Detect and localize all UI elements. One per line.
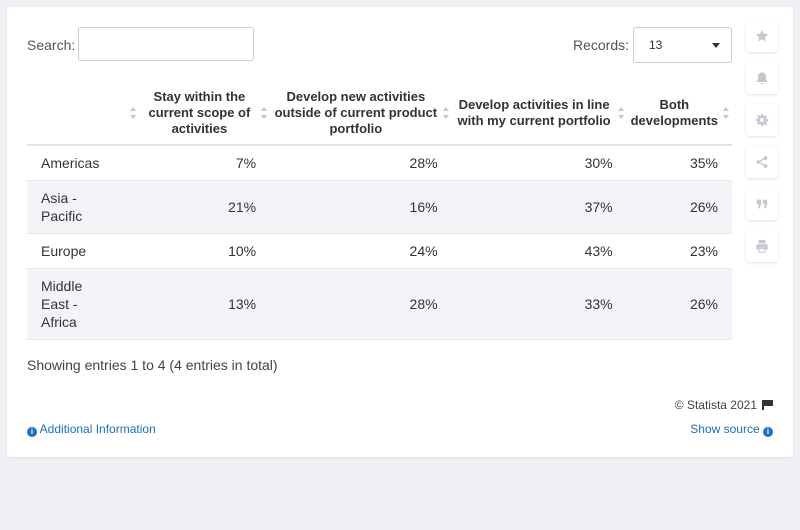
info-icon: i [763, 427, 773, 437]
quote-icon [756, 199, 768, 209]
flag-icon[interactable] [762, 400, 773, 410]
table-row: Middle East - Africa 13% 28% 33% 26% [27, 268, 732, 340]
column-header-stay[interactable]: Stay within the current scope of activit… [138, 82, 271, 146]
column-header-in-line[interactable]: Develop activities in line with my curre… [451, 82, 627, 146]
table-cell: 10% [138, 233, 271, 269]
print-icon [756, 239, 768, 253]
table-cell: 28% [270, 145, 452, 181]
bell-icon [756, 72, 768, 85]
table-cell: 13% [138, 268, 271, 340]
column-header-new-activities[interactable]: Develop new activities outside of curren… [270, 82, 452, 146]
show-source-label: Show source [690, 422, 760, 436]
gear-icon [755, 113, 769, 127]
row-label: Americas [27, 145, 139, 181]
statistic-card: Search: Records: 13 Stay within the curr… [7, 7, 793, 457]
records-select[interactable]: 13 [633, 27, 732, 63]
share-icon [756, 156, 768, 168]
table-cell: 26% [626, 180, 732, 234]
table-cell: 43% [451, 233, 627, 269]
table-row: Europe 10% 24% 43% 23% [27, 233, 732, 269]
entries-summary: Showing entries 1 to 4 (4 entries in tot… [27, 357, 278, 373]
settings-button[interactable] [746, 104, 778, 136]
side-toolbar [746, 20, 780, 272]
info-icon: i [27, 427, 37, 437]
column-header-both[interactable]: Both developments [626, 82, 732, 146]
table-cell: 33% [451, 268, 627, 340]
table-cell: 16% [270, 180, 452, 234]
additional-information-label: Additional Information [39, 422, 156, 436]
column-header-region[interactable] [27, 82, 139, 146]
sort-icon [617, 107, 625, 119]
table-cell: 21% [138, 180, 271, 234]
show-source-link[interactable]: Show source i [690, 422, 773, 437]
data-table: Stay within the current scope of activit… [27, 82, 732, 340]
row-label: Europe [27, 233, 139, 269]
search-input[interactable] [78, 27, 254, 61]
favorite-button[interactable] [746, 20, 778, 52]
print-button[interactable] [746, 230, 778, 262]
table-row: Americas 7% 28% 30% 35% [27, 145, 732, 181]
star-icon [755, 29, 769, 42]
sort-icon [723, 107, 730, 119]
sort-icon [129, 107, 137, 119]
copyright-text: © Statista 2021 [674, 398, 757, 412]
table-cell: 7% [138, 145, 271, 181]
table-row: Asia - Pacific 21% 16% 37% 26% [27, 180, 732, 234]
notification-button[interactable] [746, 62, 778, 94]
table-cell: 30% [451, 145, 627, 181]
records-label: Records: [573, 37, 630, 53]
sort-icon [261, 107, 268, 119]
table-cell: 26% [626, 268, 732, 340]
sort-icon [442, 107, 450, 119]
row-label: Middle East - Africa [27, 268, 139, 340]
additional-information-link[interactable]: i Additional Information [27, 422, 156, 437]
search-label: Search: [27, 37, 76, 53]
table-cell: 23% [626, 233, 732, 269]
row-label: Asia - Pacific [27, 180, 139, 234]
table-cell: 37% [451, 180, 627, 234]
caret-down-icon [712, 43, 720, 48]
table-cell: 24% [270, 233, 452, 269]
copyright[interactable]: © Statista 2021 [675, 398, 773, 412]
table-cell: 35% [626, 145, 732, 181]
records-value: 13 [649, 38, 663, 52]
share-button[interactable] [746, 146, 778, 178]
cite-button[interactable] [746, 188, 778, 220]
table-cell: 28% [270, 268, 452, 340]
